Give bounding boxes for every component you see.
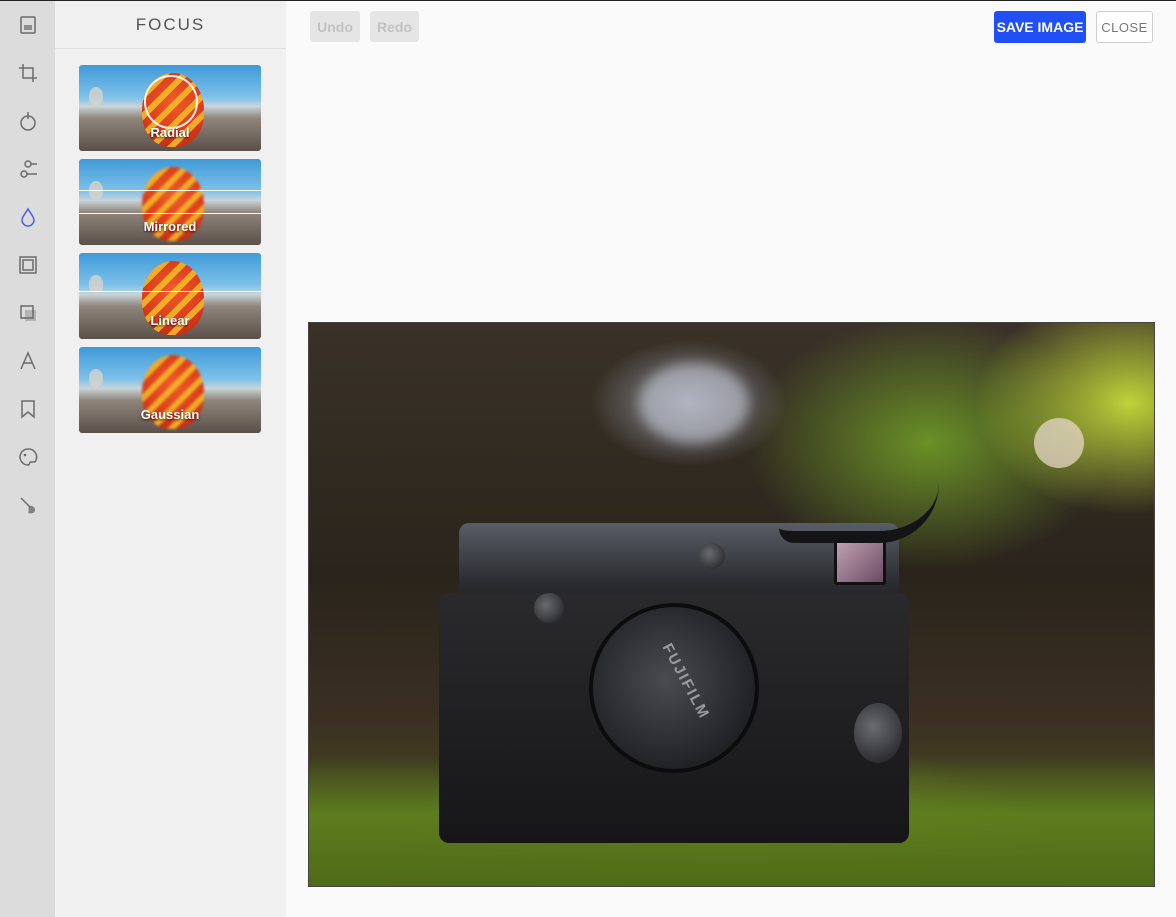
thumb-balloon <box>89 369 103 387</box>
filter-icon <box>19 112 36 131</box>
rail-image[interactable] <box>0 1 55 49</box>
rail-overlay[interactable] <box>0 289 55 337</box>
focus-option-radial[interactable]: Radial <box>79 65 261 151</box>
rail-text[interactable] <box>0 337 55 385</box>
overlay-icon <box>19 305 36 321</box>
brush-icon <box>19 497 35 514</box>
linear-line <box>79 291 261 292</box>
bokeh-light <box>1034 418 1084 468</box>
rail-sticker[interactable] <box>0 385 55 433</box>
camera-button <box>699 543 725 569</box>
rail-focus[interactable] <box>0 193 55 241</box>
camera-lens-cap <box>589 603 759 773</box>
camera-side-dial <box>854 703 902 763</box>
palette-icon <box>18 448 37 466</box>
save-image-button[interactable]: SAVE IMAGE <box>994 11 1086 43</box>
crop-icon <box>18 64 37 82</box>
focus-option-mirrored[interactable]: Mirrored <box>79 159 261 245</box>
redo-button[interactable]: Redo <box>370 11 419 42</box>
tool-rail <box>0 1 55 917</box>
rail-draw[interactable] <box>0 433 55 481</box>
photo-editor: FOCUS Radial Mirrored Linear Gaussian Un… <box>0 0 1176 917</box>
focus-option-label: Gaussian <box>140 407 200 422</box>
radial-ring <box>144 75 198 129</box>
undo-button[interactable]: Undo <box>310 11 360 42</box>
mirror-line-top <box>79 190 261 191</box>
camera: FUJIFILM <box>439 523 909 843</box>
rail-filter[interactable] <box>0 97 55 145</box>
focus-option-label: Radial <box>150 125 190 140</box>
panel-title: FOCUS <box>55 1 286 49</box>
text-icon <box>19 351 36 370</box>
thumb-balloon <box>89 87 103 105</box>
close-button[interactable]: CLOSE <box>1096 11 1153 43</box>
camera-strap <box>779 483 939 543</box>
focus-option-label: Linear <box>150 313 190 328</box>
rail-brush[interactable] <box>0 481 55 529</box>
camera-dial <box>534 593 564 623</box>
focus-option-label: Mirrored <box>143 219 197 234</box>
focus-panel: FOCUS Radial Mirrored Linear Gaussian <box>55 1 286 917</box>
rail-frame[interactable] <box>0 241 55 289</box>
mirror-line-bottom <box>79 213 261 214</box>
drop-icon <box>20 207 35 227</box>
image-icon <box>19 16 36 34</box>
bokeh-light <box>639 363 749 443</box>
focus-option-gaussian[interactable]: Gaussian <box>79 347 261 433</box>
focus-option-linear[interactable]: Linear <box>79 253 261 339</box>
rail-adjust[interactable] <box>0 145 55 193</box>
bookmark-icon <box>20 400 35 419</box>
frame-icon <box>18 256 37 274</box>
rail-crop[interactable] <box>0 49 55 97</box>
sliders-icon <box>19 160 37 178</box>
photo-canvas[interactable]: FUJIFILM <box>308 322 1155 887</box>
